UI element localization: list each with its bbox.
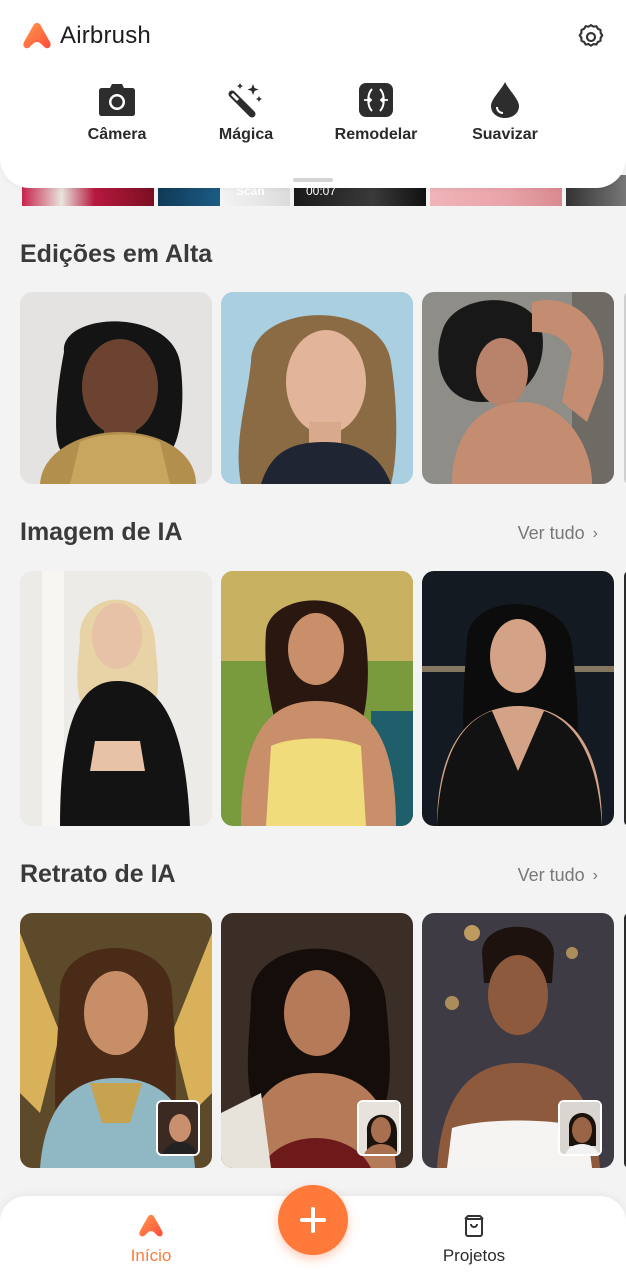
tool-reshape[interactable]: Remodelar <box>321 80 431 144</box>
see-all-ai-portrait-link[interactable]: Ver tudo › <box>518 865 598 886</box>
source-face-thumbnail <box>357 1100 401 1156</box>
app-title: Airbrush <box>60 22 151 49</box>
nav-home[interactable]: Início <box>101 1214 201 1266</box>
nav-label: Início <box>130 1246 172 1265</box>
nav-projects[interactable]: Projetos <box>424 1214 524 1266</box>
trending-card[interactable] <box>221 292 413 484</box>
section-title-ai-image: Imagem de IA <box>20 518 183 546</box>
portrait-image <box>422 292 614 484</box>
portrait-image <box>221 292 413 484</box>
source-face-thumbnail <box>558 1100 602 1156</box>
projects-box-icon <box>424 1214 524 1238</box>
drop-icon <box>450 80 560 120</box>
tool-label: Suavizar <box>472 126 538 143</box>
source-face-thumbnail <box>156 1100 200 1156</box>
trending-card[interactable] <box>20 292 212 484</box>
tool-label: Câmera <box>87 126 147 143</box>
add-button[interactable] <box>278 1185 348 1255</box>
ai-portrait-card[interactable] <box>20 913 212 1168</box>
top-panel: Airbrush Câmera Mágica Remodelar Suaviza… <box>0 0 626 188</box>
ai-image-card[interactable] <box>20 571 212 826</box>
portrait-image <box>20 571 212 826</box>
see-all-label: Ver tudo <box>517 865 585 885</box>
magic-wand-icon <box>191 80 301 120</box>
reshape-icon <box>321 80 431 120</box>
portrait-image <box>20 292 212 484</box>
tool-smooth[interactable]: Suavizar <box>450 80 560 144</box>
nav-label: Projetos <box>442 1246 506 1265</box>
portrait-image <box>422 571 614 826</box>
home-logo-icon <box>101 1214 201 1238</box>
trending-card[interactable] <box>422 292 614 484</box>
ai-portrait-card[interactable] <box>422 913 614 1168</box>
tool-magic[interactable]: Mágica <box>191 80 301 144</box>
chevron-right-icon: › <box>592 866 598 884</box>
section-title-ai-portrait: Retrato de IA <box>20 860 176 888</box>
portrait-image <box>221 571 413 826</box>
tool-label: Remodelar <box>334 126 418 143</box>
app-header: Airbrush <box>22 22 151 50</box>
see-all-label: Ver tudo <box>517 523 585 543</box>
ai-image-card[interactable] <box>422 571 614 826</box>
airbrush-logo-icon <box>22 22 52 50</box>
quick-tools: Câmera Mágica Remodelar Suavizar <box>0 80 626 150</box>
section-title-trending: Edições em Alta <box>20 240 213 268</box>
tool-camera[interactable]: Câmera <box>62 80 172 144</box>
ai-image-card[interactable] <box>221 571 413 826</box>
ai-portrait-card[interactable] <box>221 913 413 1168</box>
drag-handle[interactable] <box>293 178 333 182</box>
chevron-right-icon: › <box>592 524 598 542</box>
add-icon <box>300 1207 326 1233</box>
see-all-ai-image-link[interactable]: Ver tudo › <box>518 523 598 544</box>
tool-label: Mágica <box>218 126 274 143</box>
camera-icon <box>62 80 172 120</box>
settings-gear-icon[interactable] <box>576 22 606 52</box>
